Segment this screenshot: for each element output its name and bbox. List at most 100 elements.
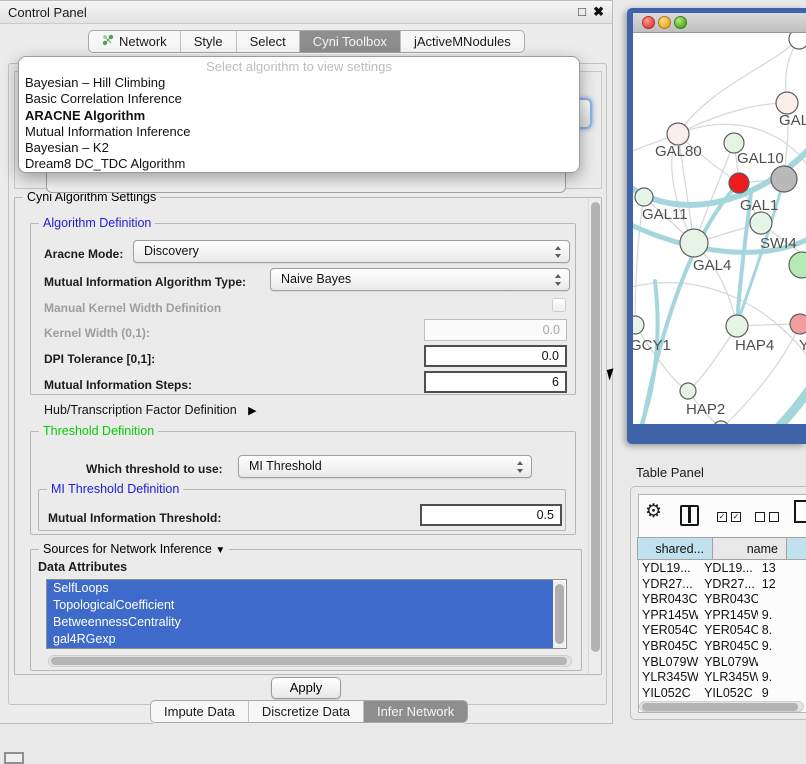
mi-algorithm-type-combobox[interactable]: Naive Bayes [270,268,570,291]
stepper-icon [554,273,563,287]
tab-jactivemnodules[interactable]: jActiveMNodules [400,31,524,52]
column-header-name[interactable]: name [713,537,787,560]
window-close-button[interactable] [642,16,655,29]
attribute-item-selected[interactable]: SelfLoops [47,580,553,597]
network-node[interactable] [789,33,806,49]
table-horizontal-thumb[interactable] [642,703,798,711]
settings-scrollbar-thumb[interactable] [591,202,600,652]
network-node-gal1[interactable] [750,212,772,234]
sources-group-title[interactable]: Sources for Network Inference ▼ [39,542,229,556]
network-node-gal4[interactable] [680,229,708,257]
network-node-hap2[interactable] [680,383,696,399]
new-table-icon[interactable] [794,500,806,523]
dpi-tolerance-field[interactable]: 0.0 [424,345,567,367]
float-panel-icon[interactable]: □ [578,4,586,19]
network-edge[interactable] [678,103,787,134]
tab-network[interactable]: Network [89,31,180,52]
mi-threshold-field[interactable]: 0.5 [420,504,562,526]
table-cell [758,592,806,608]
sources-horizontal-thumb[interactable] [51,657,567,665]
algorithm-option[interactable]: Bayesian – Hill Climbing [19,75,579,91]
table-row[interactable]: YER054CYER054C8. [638,623,806,639]
column-header-clipped[interactable] [787,537,806,560]
table-row[interactable]: YBR043CYBR043C [638,592,806,608]
table-panel-title: Table Panel [636,465,704,480]
bottom-tabs: Impute DataDiscretize DataInfer Network [150,700,468,723]
manual-kernel-width-checkbox[interactable] [552,298,566,312]
mi-steps-field[interactable]: 6 [424,371,567,393]
network-node-gal11[interactable] [635,188,653,206]
stepper-icon [554,245,563,259]
docked-panel-icon[interactable] [4,752,24,764]
network-node-label: HAP4 [735,337,774,354]
tab-select[interactable]: Select [236,31,299,52]
select-all-columns-icon[interactable]: ✓ ✓ [717,512,741,522]
network-node-swi4[interactable] [789,252,806,278]
tab-style[interactable]: Style [180,31,236,52]
table-rows: YDL19...YDL19...13YDR27...YDR27...12YBR0… [638,561,806,700]
table-row[interactable]: YDL19...YDL19...13 [638,561,806,577]
network-edge[interactable] [768,375,806,424]
attributes-scrollbar-thumb[interactable] [555,584,564,644]
gear-icon[interactable]: ⚙ [645,501,662,523]
network-node-gcy1[interactable] [633,316,644,334]
aracne-mode-combobox[interactable]: Discovery [133,240,570,263]
kernel-width-value: 0.0 [543,323,560,337]
collapse-down-icon: ▼ [215,545,225,556]
table-row[interactable]: YPR145WYPR145W9. [638,608,806,624]
data-attributes-list[interactable]: SelfLoopsTopologicalCoefficientBetweenne… [46,579,567,649]
deselect-all-columns-icon[interactable] [755,512,779,522]
network-node[interactable] [729,173,749,193]
bottom-tab-infer-network[interactable]: Infer Network [363,701,467,722]
mouse-cursor [607,368,616,380]
table-horizontal-scrollbar[interactable] [639,701,804,712]
settings-scrollbar[interactable] [588,198,601,674]
algorithm-option[interactable]: Bayesian – K2 [19,140,579,156]
table-row[interactable]: YBR045CYBR045C9. [638,639,806,655]
sources-horizontal-scrollbar[interactable] [48,655,572,667]
network-canvas-svg[interactable]: GALGAL80GAL10GAL1GAL11GAL4SWI4GCY1HAP4YH… [633,33,806,424]
network-node-label: GCY1 [633,337,671,354]
algorithm-option[interactable]: Dream8 DC_TDC Algorithm [19,156,579,172]
network-node-label: Y [799,337,806,354]
network-node[interactable] [771,166,797,192]
attribute-item-selected[interactable]: TopologicalCoefficient [47,597,553,614]
column-header-shared[interactable]: shared... [637,537,713,560]
network-node-y[interactable] [790,314,806,334]
table-row[interactable]: YBL079WYBL079W [638,655,806,671]
table-cell: 13 [758,561,806,577]
table-row[interactable]: YDR27...YDR27...12 [638,577,806,593]
attributes-scrollbar[interactable] [553,581,565,649]
bottom-tab-discretize-data[interactable]: Discretize Data [248,701,363,722]
network-edge[interactable] [635,325,688,391]
network-window: GALGAL80GAL10GAL1GAL11GAL4SWI4GCY1HAP4YH… [627,8,806,444]
algorithm-option[interactable]: ARACNE Algorithm [19,108,579,124]
table-row[interactable]: YLR345WYLR345W9. [638,670,806,686]
column-browser-icon[interactable] [680,505,699,526]
network-edge[interactable] [688,326,737,391]
table-cell: YIL052C [698,686,758,700]
network-canvas[interactable]: GALGAL80GAL10GAL1GAL11GAL4SWI4GCY1HAP4YH… [633,33,806,424]
tab-label: jActiveMNodules [414,31,511,52]
kernel-width-field[interactable]: 0.0 [424,319,567,341]
close-panel-icon[interactable]: ✖ [593,4,604,20]
apply-button[interactable]: Apply [271,677,341,699]
attribute-item-selected[interactable]: gal4RGexp [47,631,553,648]
algorithm-option[interactable]: Basic Correlation Inference [19,91,579,107]
which-threshold-combobox[interactable]: MI Threshold [238,455,532,478]
attribute-item-selected[interactable]: BetweennessCentrality [47,614,553,631]
hub-definition-toggle[interactable]: Hub/Transcription Factor Definition ▶ [44,403,257,417]
network-node-gal80[interactable] [667,123,689,145]
window-minimize-button[interactable] [658,16,671,29]
network-node-gal[interactable] [776,92,798,114]
main-tabs: NetworkStyle Select Cyni Toolbox jActiveMNo… [88,30,525,53]
tab-label: Select [250,31,286,52]
algorithm-option[interactable]: Mutual Information Inference [19,124,579,140]
table-row[interactable]: YIL052CYIL052C9 [638,686,806,700]
window-zoom-button[interactable] [674,16,687,29]
algorithm-dropdown: Select algorithm to view settings Bayesi… [18,56,580,173]
network-node[interactable] [713,421,729,424]
network-node-hap4[interactable] [726,315,748,337]
tab-cyni-toolbox[interactable]: Cyni Toolbox [299,31,400,52]
bottom-tab-impute-data[interactable]: Impute Data [151,701,248,722]
